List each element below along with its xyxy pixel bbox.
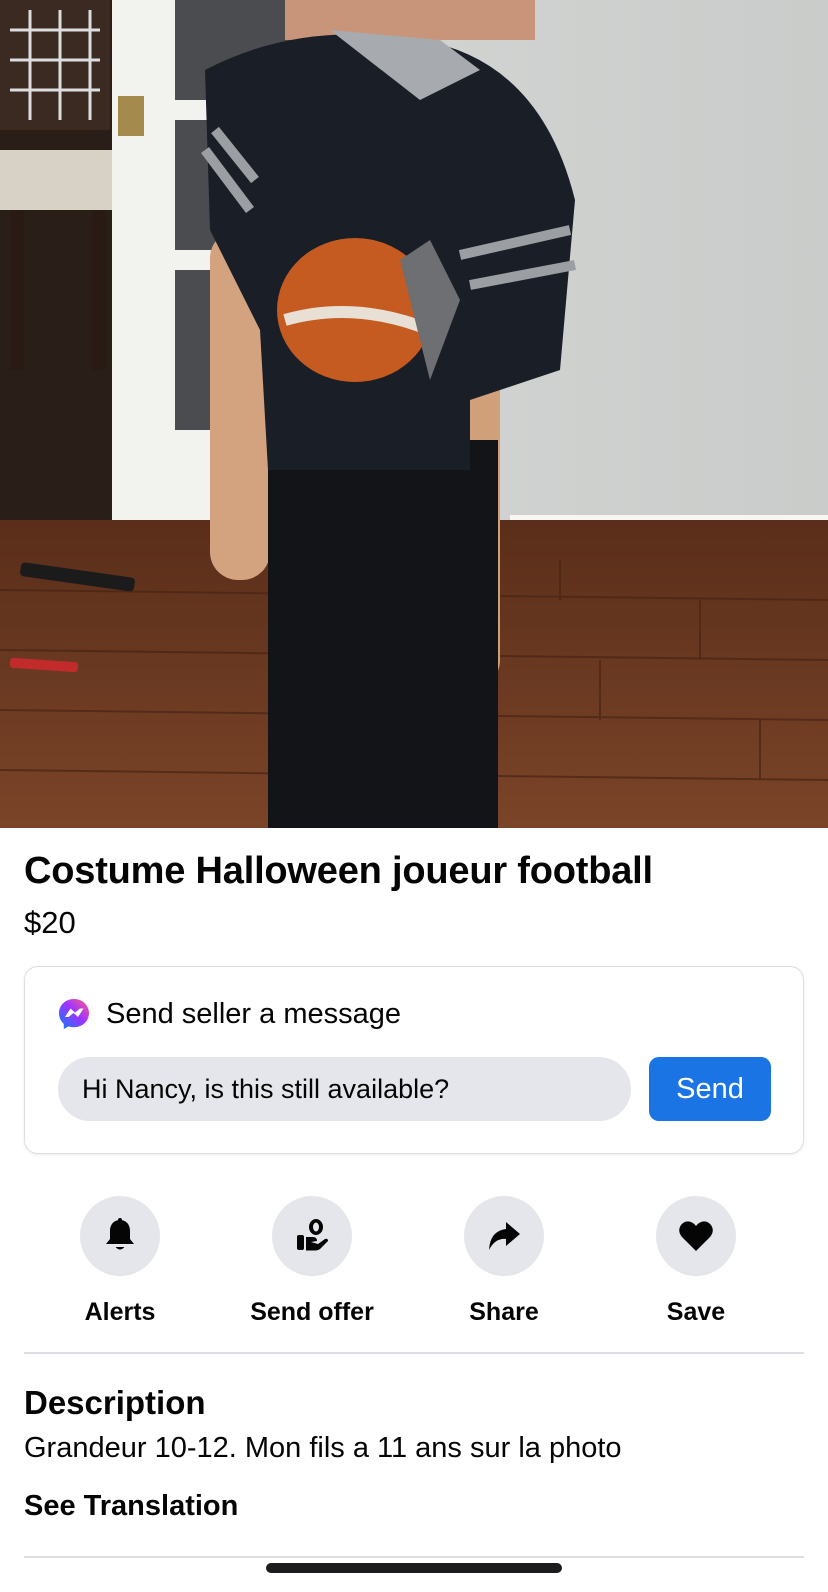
save-action[interactable]: Save [596, 1196, 796, 1327]
description-text: Grandeur 10-12. Mon fils a 11 ans sur la… [24, 1432, 622, 1464]
listing-photo[interactable] [0, 0, 828, 828]
message-header: Send seller a message [57, 997, 401, 1031]
alerts-button[interactable] [80, 1196, 160, 1276]
message-input[interactable]: Hi Nancy, is this still available? [58, 1057, 631, 1121]
listing-title: Costume Halloween joueur football [24, 850, 653, 892]
bottom-divider [24, 1556, 804, 1558]
alerts-label: Alerts [84, 1298, 156, 1326]
home-indicator[interactable] [266, 1563, 562, 1573]
messenger-icon [59, 999, 89, 1029]
listing-photo-image [0, 0, 828, 828]
share-action[interactable]: Share [404, 1196, 604, 1327]
message-header-label: Send seller a message [106, 997, 401, 1030]
offer-hand-icon [297, 1219, 328, 1251]
message-seller-card: Send seller a message Hi Nancy, is this … [24, 966, 804, 1154]
send-offer-label: Send offer [250, 1298, 374, 1326]
save-label: Save [666, 1298, 726, 1326]
send-offer-action[interactable]: Send offer [212, 1196, 412, 1327]
share-button[interactable] [464, 1196, 544, 1276]
description-heading: Description [24, 1384, 206, 1421]
see-translation-link[interactable]: See Translation [24, 1490, 238, 1523]
section-divider [24, 1352, 804, 1354]
send-offer-button[interactable] [272, 1196, 352, 1276]
listing-price: $20 [24, 905, 76, 940]
alerts-action[interactable]: Alerts [20, 1196, 220, 1327]
share-arrow-icon [489, 1222, 520, 1250]
save-button[interactable] [656, 1196, 736, 1276]
heart-icon [679, 1221, 713, 1251]
bell-icon [106, 1218, 134, 1250]
send-button[interactable]: Send [649, 1057, 771, 1121]
share-label: Share [469, 1298, 539, 1326]
